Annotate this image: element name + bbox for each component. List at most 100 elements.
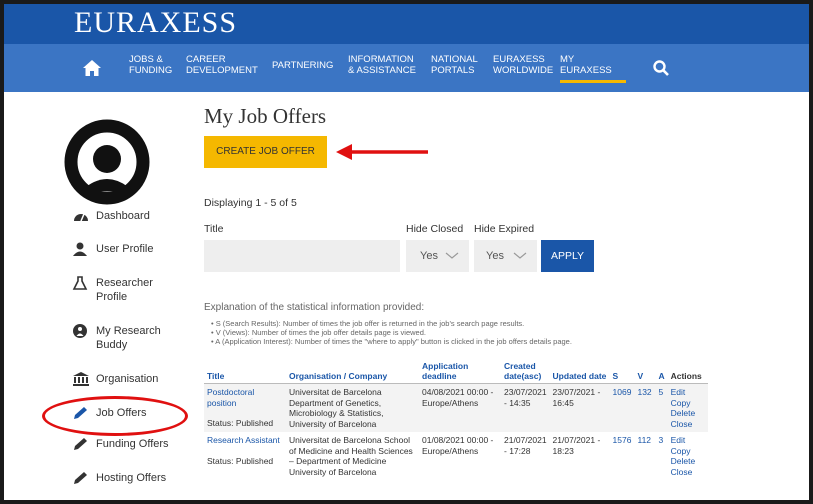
created-cell: 21/07/2021 - 17:28 (504, 435, 547, 456)
job-title-cell: Research Assistant Status: Published (204, 432, 286, 480)
site-logo[interactable]: EURAXESS (74, 6, 237, 40)
col-created[interactable]: Created date(asc) (501, 359, 550, 384)
delete-link[interactable]: Delete (671, 408, 705, 419)
application-interest-count: 5 (655, 383, 668, 432)
job-title-cell: Postdoctoral position Status: Published (204, 383, 286, 432)
nav-label: Portals (431, 65, 475, 76)
job-title-link[interactable]: Research Assistant (207, 435, 283, 446)
copy-link[interactable]: Copy (671, 398, 705, 409)
nav-euraxess-worldwide[interactable]: Euraxess Worldwide (493, 54, 553, 76)
actions-cell: Edit Copy Delete Close (667, 383, 708, 432)
close-link[interactable]: Close (671, 467, 705, 478)
organisation-cell: Universitat de Barcelona Department of G… (286, 383, 419, 432)
nav-label: Career (186, 54, 226, 65)
sidebar-item-label: Organisation (96, 373, 159, 385)
search-results-count: 1069 (609, 383, 635, 432)
stats-explanation-title: Explanation of the statistical informati… (204, 302, 425, 313)
updated-cell: 23/07/2021 - 16:45 (549, 383, 610, 432)
job-title-link[interactable]: Postdoctoral position (207, 387, 283, 408)
job-status: Status: Published (207, 455, 274, 466)
nav-national-portals[interactable]: National Portals (431, 54, 478, 76)
result-count: Displaying 1 - 5 of 5 (204, 197, 297, 209)
main-nav: Jobs & Funding Career Development Partne… (4, 44, 809, 92)
nav-label: Funding (129, 65, 173, 76)
nav-label: Jobs & (129, 54, 163, 65)
nav-my-euraxess[interactable]: My Euraxess (560, 54, 626, 83)
home-icon[interactable] (82, 58, 102, 78)
sidebar-item-label: Funding Offers (96, 438, 169, 450)
title-filter-label: Title (204, 223, 224, 235)
nav-label: Partnering (272, 60, 334, 71)
institution-icon (73, 372, 89, 386)
col-title[interactable]: Title (204, 359, 286, 384)
table-row: Postdoctoral position Status: Published … (204, 383, 708, 432)
sidebar-item-dashboard[interactable]: Dashboard (72, 209, 176, 223)
dashboard-icon (74, 213, 88, 222)
sidebar-item-hosting-offers[interactable]: Hosting Offers (72, 471, 176, 485)
col-a[interactable]: A (655, 359, 668, 384)
table-header-row: Title Organisation / Company Application… (204, 359, 708, 384)
pencil-icon (74, 438, 87, 450)
delete-link[interactable]: Delete (671, 456, 705, 467)
edit-link[interactable]: Edit (671, 387, 705, 398)
nav-information-assistance[interactable]: Information & Assistance (348, 54, 416, 76)
hide-expired-value: Yes (486, 250, 504, 262)
nav-label: National (431, 54, 478, 65)
pencil-icon (74, 472, 87, 484)
search-icon[interactable] (652, 59, 670, 77)
site-header: EURAXESS (4, 4, 809, 44)
sidebar-item-funding-offers[interactable]: Funding Offers (72, 437, 176, 451)
col-actions: Actions (667, 359, 708, 384)
col-updated[interactable]: Updated date (549, 359, 610, 384)
annotation-circle (42, 396, 188, 436)
views-count: 132 (634, 383, 656, 432)
job-status: Status: Published (207, 418, 274, 428)
annotation-arrow (336, 144, 428, 160)
sidebar-item-label: Researcher Profile (96, 277, 153, 303)
col-s[interactable]: S (609, 359, 635, 384)
sidebar-item-researcher-profile[interactable]: Researcher Profile (72, 276, 176, 304)
close-link[interactable]: Close (671, 419, 705, 430)
page-title: My Job Offers (204, 104, 327, 128)
create-job-offer-button[interactable]: Create job offer (204, 136, 327, 168)
title-filter-input[interactable] (204, 240, 400, 272)
page-frame: EURAXESS Jobs & Funding Career Developme… (4, 4, 809, 500)
col-v[interactable]: V (634, 359, 656, 384)
nav-jobs-funding[interactable]: Jobs & Funding (129, 54, 172, 76)
updated-cell: 21/07/2021 - 18:23 (552, 435, 601, 456)
chevron-down-icon (513, 252, 527, 259)
edit-link[interactable]: Edit (671, 435, 705, 446)
col-organisation[interactable]: Organisation / Company (286, 359, 419, 384)
avatar (64, 119, 150, 205)
hide-closed-select[interactable]: Yes (406, 240, 469, 272)
user-icon (73, 242, 87, 256)
apply-button[interactable]: Apply (541, 240, 594, 272)
hide-closed-label: Hide Closed (406, 223, 464, 235)
sidebar-item-label: Hosting Offers (96, 472, 167, 484)
chevron-down-icon (445, 252, 459, 259)
sidebar-item-label: User Profile (96, 243, 154, 255)
nav-label: Euraxess (560, 65, 612, 76)
nav-label: Worldwide (493, 65, 554, 76)
list-item: S (Search Results): Number of times the … (211, 319, 572, 328)
flask-icon (72, 276, 88, 290)
deadline-cell: 01/08/2021 00:00 - Europe/Athens (422, 435, 494, 456)
sidebar-item-label: Dashboard (96, 210, 150, 222)
list-item: A (Application Interest): Number of time… (211, 337, 572, 346)
sidebar-item-research-buddy[interactable]: My Research Buddy (72, 324, 176, 352)
nav-label: & Assistance (348, 65, 416, 76)
nav-partnering[interactable]: Partnering (272, 60, 333, 71)
buddy-icon (73, 324, 87, 338)
created-cell: 23/07/2021 - 14:35 (501, 383, 550, 432)
stats-explanation-list: S (Search Results): Number of times the … (211, 319, 572, 346)
actions-cell: Edit Copy Delete Close (668, 432, 708, 480)
nav-career-development[interactable]: Career Development (186, 54, 258, 76)
job-offers-table: Title Organisation / Company Application… (204, 359, 708, 480)
col-deadline[interactable]: Application deadline (419, 359, 501, 384)
copy-link[interactable]: Copy (671, 446, 705, 457)
hide-expired-select[interactable]: Yes (474, 240, 537, 272)
views-count: 112 (637, 435, 652, 445)
sidebar-item-user-profile[interactable]: User Profile (72, 242, 176, 256)
application-interest-count: 3 (658, 435, 664, 445)
sidebar-item-organisation[interactable]: Organisation (72, 372, 176, 386)
